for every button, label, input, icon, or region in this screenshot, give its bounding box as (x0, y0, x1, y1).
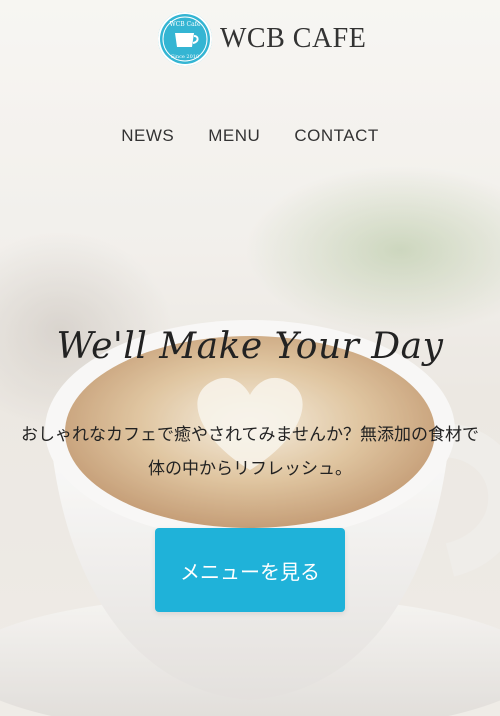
cup-icon: WCB Cafe Since 2010 (162, 16, 208, 62)
hero-headline: We'll Make Your Day (56, 326, 444, 367)
nav-menu[interactable]: MENU (208, 126, 260, 146)
view-menu-button[interactable]: メニューを見る (155, 528, 345, 612)
brand-name: WCB CAFE (220, 23, 367, 54)
hero-description: おしゃれなカフェで癒やされてみませんか？無添加の食材で体の中からリフレッシュ。 (21, 425, 479, 479)
page: WCB Cafe Since 2010 WCB CAFE NEWS MENU C… (0, 0, 500, 716)
logo-badge: WCB Cafe Since 2010 (158, 12, 212, 66)
nav-news[interactable]: NEWS (121, 126, 174, 146)
main-nav: NEWS MENU CONTACT (0, 126, 500, 146)
logo[interactable]: WCB Cafe Since 2010 WCB CAFE (158, 12, 366, 66)
logo-badge-top-text: WCB Cafe (169, 21, 200, 28)
logo-badge-bottom-text: Since 2010 (171, 54, 199, 60)
nav-contact[interactable]: CONTACT (294, 126, 378, 146)
